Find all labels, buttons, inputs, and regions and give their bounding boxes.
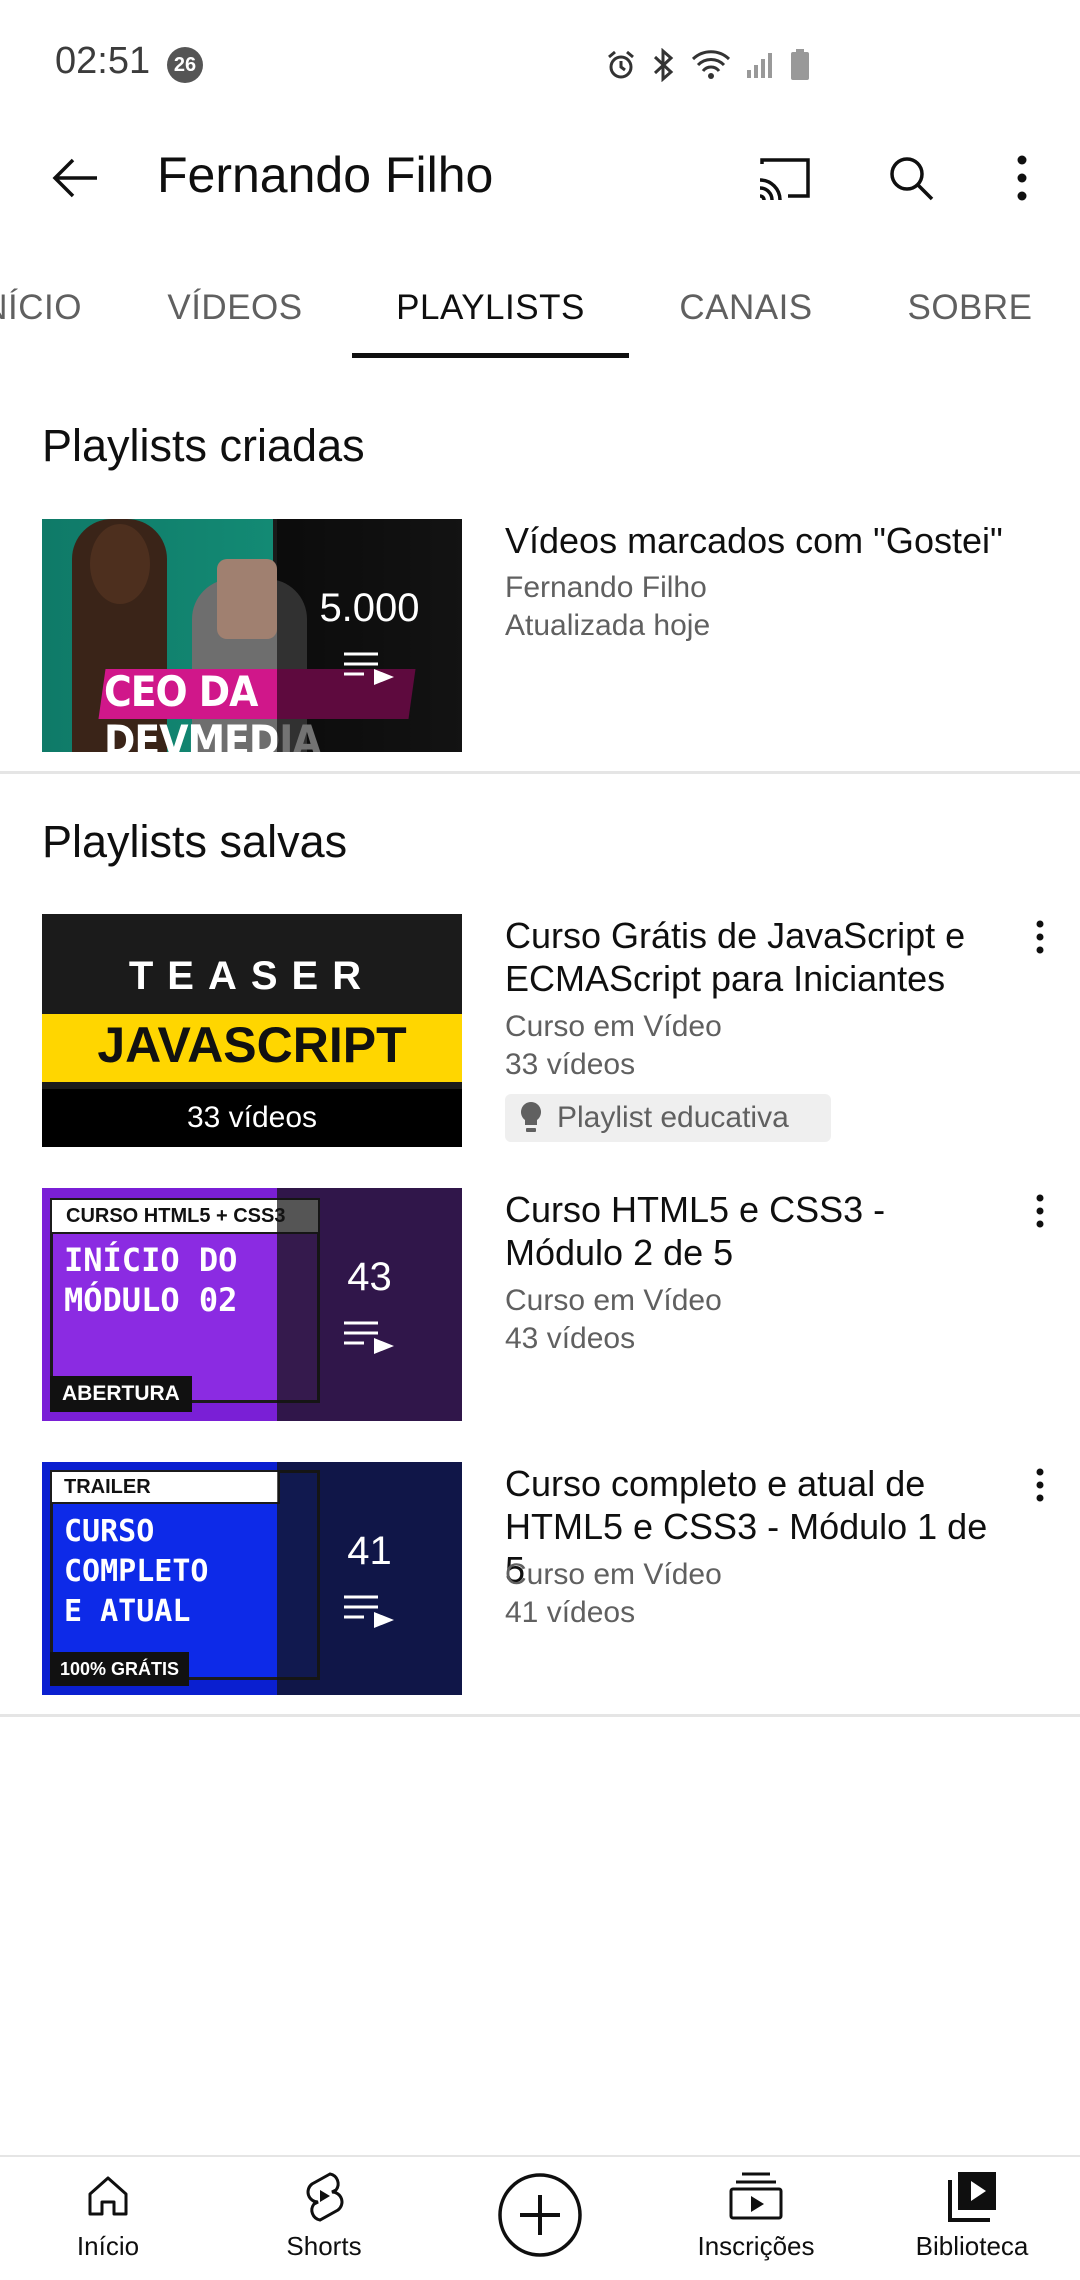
- thumbnail-text: JAVASCRIPT: [97, 1017, 407, 1073]
- thumbnail-text: TEASER: [128, 954, 376, 998]
- thumbnail-text: CURSO: [64, 1514, 155, 1549]
- notification-count-badge: 26: [167, 47, 203, 83]
- thumbnail-text: INÍCIO DO: [64, 1241, 238, 1279]
- wifi-icon: [691, 49, 731, 81]
- playlist-video-count: 41: [347, 1529, 392, 1573]
- battery-icon: [789, 48, 811, 82]
- search-icon: [890, 157, 934, 201]
- bluetooth-icon: [651, 48, 677, 82]
- nav-item-shorts[interactable]: Shorts: [224, 2165, 424, 2280]
- channel-title: Fernando Filho: [157, 147, 494, 203]
- playlist-thumbnail[interactable]: TRAILER CURSO COMPLETO E ATUAL 100% GRÁT…: [42, 1462, 462, 1695]
- thumbnail-text: COMPLETO: [64, 1554, 209, 1589]
- playlist-thumbnail[interactable]: CEO DA DEVMEDIA 5.000: [42, 519, 462, 752]
- playlist-count-bar: 33 vídeos: [42, 1089, 462, 1147]
- educational-badge: Playlist educativa: [505, 1094, 831, 1142]
- tab-sobre[interactable]: SOBRE: [880, 260, 1060, 356]
- section-title-created: Playlists criadas: [42, 420, 365, 471]
- playlist-title: Curso HTML5 e CSS3 - Módulo 2 de 5: [505, 1189, 886, 1273]
- section-divider: [0, 771, 1080, 774]
- playlist-title: Curso Grátis de JavaScript e ECMAScript …: [505, 915, 966, 999]
- nav-label: Início: [76, 2231, 140, 2261]
- library-icon: [948, 2172, 996, 2222]
- more-options-button[interactable]: [987, 143, 1057, 213]
- badge-label: Playlist educativa: [557, 1101, 789, 1134]
- playlist-more-button[interactable]: [1010, 914, 1070, 974]
- alarm-icon: [605, 49, 637, 81]
- playlist-item-html-module-1[interactable]: TRAILER CURSO COMPLETO E ATUAL 100% GRÁT…: [0, 1462, 1080, 1697]
- thumbnail-text: E ATUAL: [64, 1594, 191, 1629]
- tab-inicio[interactable]: INÍCIO: [0, 260, 82, 356]
- nav-item-subscriptions[interactable]: Inscrições: [656, 2165, 856, 2280]
- playlist-channel: Curso em Vídeo: [505, 1010, 722, 1043]
- playlist-more-button[interactable]: [1010, 1462, 1070, 1522]
- nav-item-library[interactable]: Biblioteca: [872, 2165, 1072, 2280]
- thumbnail-tag: 100% GRÁTIS: [50, 1652, 190, 1686]
- shorts-icon: [306, 2172, 344, 2222]
- playlist-video-count: 43: [347, 1255, 392, 1299]
- playlist-video-count: 33 vídeos: [186, 1101, 318, 1134]
- playlist-channel: Curso em Vídeo: [505, 1284, 722, 1317]
- playlist-owner: Fernando Filho: [505, 571, 707, 604]
- thumbnail-text: TRAILER: [50, 1470, 280, 1504]
- tab-playlists[interactable]: PLAYLISTS: [352, 260, 629, 356]
- playlist-updated: Atualizada hoje: [505, 609, 711, 642]
- playlist-count-overlay: 5.000: [277, 519, 462, 752]
- playlist-channel: Curso em Vídeo: [505, 1558, 722, 1591]
- channel-tabs: INÍCIO VÍDEOS PLAYLISTS CANAIS SOBRE: [0, 260, 1080, 360]
- blurred-face: [217, 559, 277, 639]
- cast-button[interactable]: [750, 143, 820, 213]
- back-button[interactable]: [40, 143, 110, 213]
- create-icon: [498, 2173, 582, 2257]
- playlist-count-overlay: 43: [277, 1188, 462, 1421]
- nav-label: Biblioteca: [915, 2231, 1029, 2261]
- nav-label: Shorts: [286, 2231, 362, 2261]
- playlist-video-total: 41 vídeos: [505, 1596, 636, 1629]
- playlist-video-total: 33 vídeos: [505, 1048, 636, 1081]
- back-arrow-icon: [52, 158, 97, 198]
- cast-icon: [759, 158, 810, 201]
- playlist-more-button[interactable]: [1010, 1188, 1070, 1248]
- playlist-thumbnail[interactable]: TEASER JAVASCRIPT 33 vídeos: [42, 914, 462, 1147]
- person-head: [90, 524, 150, 604]
- bottom-navigation: Início Shorts Inscrições Biblioteca: [0, 2155, 1080, 2280]
- playlist-thumbnail[interactable]: CURSO HTML5 + CSS3 INÍCIO DO MÓDULO 02 A…: [42, 1188, 462, 1421]
- playlist-video-count: 5.000: [319, 586, 420, 630]
- tab-videos[interactable]: VÍDEOS: [150, 260, 320, 356]
- nav-label: Inscrições: [697, 2231, 815, 2261]
- more-vertical-icon: [1036, 920, 1044, 954]
- more-vertical-icon: [1036, 1194, 1044, 1228]
- app-bar: Fernando Filho: [0, 130, 1080, 260]
- playlist-title: Vídeos marcados com "Gostei": [505, 520, 1003, 561]
- home-icon: [88, 2176, 128, 2216]
- more-vertical-icon: [1017, 155, 1027, 201]
- playlist-count-overlay: 41: [277, 1462, 462, 1695]
- playlist-video-total: 43 vídeos: [505, 1322, 636, 1355]
- section-divider: [0, 1714, 1080, 1717]
- thumbnail-text: MÓDULO 02: [64, 1281, 238, 1319]
- playlist-item-javascript[interactable]: TEASER JAVASCRIPT 33 vídeos Curso Grátis…: [0, 914, 1080, 1149]
- section-title-saved: Playlists salvas: [42, 816, 348, 867]
- nav-item-home[interactable]: Início: [8, 2165, 208, 2280]
- lightbulb-icon: [521, 1102, 541, 1132]
- playlist-item-html-module-2[interactable]: CURSO HTML5 + CSS3 INÍCIO DO MÓDULO 02 A…: [0, 1188, 1080, 1423]
- status-bar: 02:51 26: [0, 0, 1080, 130]
- playlist-play-icon: [343, 652, 394, 685]
- signal-icon: [745, 50, 775, 80]
- playlist-play-icon: [343, 1321, 394, 1354]
- more-vertical-icon: [1036, 1468, 1044, 1502]
- nav-item-create[interactable]: [440, 2165, 640, 2280]
- playlist-play-icon: [343, 1595, 394, 1628]
- playlist-item-liked[interactable]: CEO DA DEVMEDIA 5.000 Vídeos marcados co…: [0, 519, 1080, 754]
- thumbnail-tag: ABERTURA: [50, 1376, 192, 1412]
- active-tab-indicator: [352, 353, 629, 358]
- tab-canais[interactable]: CANAIS: [660, 260, 832, 356]
- status-icons: [605, 45, 811, 85]
- search-button[interactable]: [876, 143, 946, 213]
- subscriptions-icon: [729, 2172, 783, 2220]
- status-time: 02:51: [55, 40, 151, 82]
